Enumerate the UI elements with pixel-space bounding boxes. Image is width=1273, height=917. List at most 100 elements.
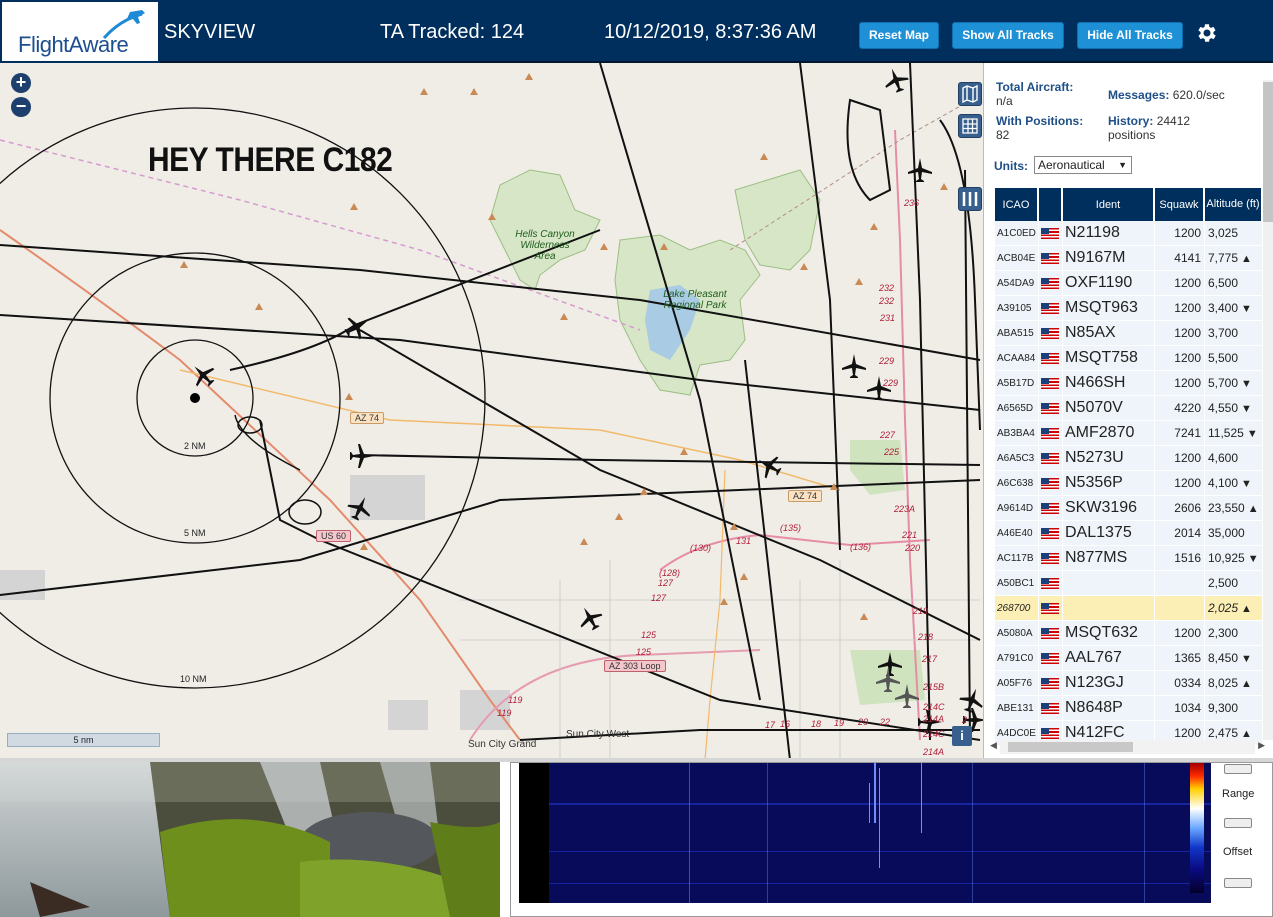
column-header-icao[interactable]: ICAO (995, 188, 1039, 221)
aircraft-ident: AMF2870 (1063, 421, 1155, 446)
aircraft-icao: A6565D (995, 396, 1039, 421)
table-row[interactable]: ABE131 N8648P 1034 9,300 (995, 696, 1263, 721)
altitude-value: 9,300 (1208, 701, 1239, 715)
column-header-squawk[interactable]: Squawk (1155, 188, 1205, 221)
table-row[interactable]: A6565D N5070V 4220 4,550 ▼ (995, 396, 1263, 421)
exit-number: 229 (883, 378, 899, 388)
flightaware-logo[interactable]: FlightAware (0, 0, 160, 63)
spectrum-waterfall[interactable] (519, 763, 1211, 903)
altitude-value: 4,600 (1208, 451, 1239, 465)
table-row[interactable]: A9614D SKW3196 2606 23,550 ▲ (995, 496, 1263, 521)
us-flag-icon (1041, 678, 1059, 690)
exit-number: 220 (905, 543, 921, 553)
altitude-value: 10,925 (1208, 551, 1245, 565)
aircraft-altitude: 10,925 ▼ (1205, 546, 1263, 571)
table-row[interactable]: ACAA84 MSQT758 1200 5,500 (995, 346, 1263, 371)
aircraft-icao: ACAA84 (995, 346, 1039, 371)
scroll-right-icon[interactable]: ▶ (1258, 740, 1265, 751)
aircraft-altitude: 2,500 (1205, 571, 1263, 596)
columns-icon (962, 192, 978, 206)
aircraft-icao: A5080A (995, 621, 1039, 646)
columns-button[interactable] (958, 187, 982, 211)
us-flag-icon (1041, 628, 1059, 640)
column-header-flag[interactable] (1039, 188, 1063, 221)
country-flag (1039, 296, 1063, 321)
top-header: FlightAware SKYVIEW TA Tracked: 124 10/1… (0, 0, 1273, 63)
aircraft-altitude: 3,400 ▼ (1205, 296, 1263, 321)
aircraft-squawk: 2606 (1155, 496, 1205, 521)
aircraft-ident: DAL1375 (1063, 521, 1155, 546)
scrollbar-thumb[interactable] (1263, 82, 1273, 222)
offset-slider-knob[interactable] (1224, 878, 1252, 888)
table-row[interactable]: A46E40 DAL1375 2014 35,000 (995, 521, 1263, 546)
zoom-out-button[interactable]: − (11, 97, 31, 117)
aircraft-sidebar: Total Aircraft: n/a Messages: 620.0/sec … (983, 63, 1273, 758)
column-header-ident[interactable]: Ident (1063, 188, 1155, 221)
aircraft-icao: A46E40 (995, 521, 1039, 546)
overlay-message: HEY THERE C182 (148, 141, 393, 179)
info-button[interactable]: i (952, 726, 972, 746)
us-flag-icon (1041, 553, 1059, 565)
gear-icon[interactable] (1194, 21, 1218, 45)
aircraft-altitude: 9,300 (1205, 696, 1263, 721)
top-slider-knob[interactable] (1224, 764, 1252, 774)
aircraft-icao: A39105 (995, 296, 1039, 321)
units-label: Units: (994, 159, 1028, 173)
aircraft-squawk: 1200 (1155, 296, 1205, 321)
table-row[interactable]: A6C638 N5356P 1200 4,100 ▼ (995, 471, 1263, 496)
tracked-count: TA Tracked: 124 (380, 21, 525, 43)
aircraft-ident: N85AX (1063, 321, 1155, 346)
aircraft-squawk: 1034 (1155, 696, 1205, 721)
country-flag (1039, 596, 1063, 621)
aircraft-squawk: 1200 (1155, 446, 1205, 471)
table-row[interactable]: AB3BA4 AMF2870 7241 11,525 ▼ (995, 421, 1263, 446)
us-flag-icon (1041, 603, 1059, 615)
exit-number: 20 (858, 717, 869, 727)
messages-stat: Messages: 620.0/sec (1108, 88, 1225, 102)
table-row[interactable]: 268700 2,025 ▲ (995, 596, 1263, 621)
vertical-scrollbar[interactable] (1263, 80, 1273, 740)
aircraft-ident: MSQT963 (1063, 296, 1155, 321)
aircraft-icao: AC117B (995, 546, 1039, 571)
map-view[interactable]: + − HEY THERE C182 2 NM 5 NM 10 NM AZ 74… (0, 63, 983, 758)
units-select[interactable]: Aeronautical ▼ (1034, 156, 1132, 174)
show-all-tracks-button[interactable]: Show All Tracks (952, 22, 1064, 49)
table-row[interactable]: A6A5C3 N5273U 1200 4,600 (995, 446, 1263, 471)
table-row[interactable]: A39105 MSQT963 1200 3,400 ▼ (995, 296, 1263, 321)
table-row[interactable]: A50BC1 2,500 (995, 571, 1263, 596)
table-row[interactable]: A54DA9 OXF1190 1200 6,500 (995, 271, 1263, 296)
us-flag-icon (1041, 253, 1059, 265)
scrollbar-thumb[interactable] (1008, 742, 1133, 752)
table-row[interactable]: AC117B N877MS 1516 10,925 ▼ (995, 546, 1263, 571)
table-row[interactable]: A5B17D N466SH 1200 5,700 ▼ (995, 371, 1263, 396)
grid-toggle-button[interactable] (958, 114, 982, 138)
table-row[interactable]: A791C0 AAL767 1365 8,450 ▼ (995, 646, 1263, 671)
aircraft-table: ICAO Ident Squawk Altitude (ft) A1C0ED N2… (995, 188, 1263, 746)
table-row[interactable]: A5080A MSQT632 1200 2,300 (995, 621, 1263, 646)
scroll-left-icon[interactable]: ◀ (990, 740, 997, 751)
exit-number: 218 (918, 632, 934, 642)
altitude-value: 2,475 (1208, 726, 1239, 740)
table-row[interactable]: ACB04E N9167M 4141 7,775 ▲ (995, 246, 1263, 271)
exit-number: 127 (651, 593, 667, 603)
country-flag (1039, 446, 1063, 471)
aircraft-squawk (1155, 571, 1205, 596)
with-positions-label: With Positions: (996, 114, 1084, 128)
map-layers-button[interactable] (958, 82, 982, 106)
table-row[interactable]: A05F76 N123GJ 0334 8,025 ▲ (995, 671, 1263, 696)
altitude-trend-icon: ▼ (1247, 553, 1259, 565)
table-row[interactable]: ABA515 N85AX 1200 3,700 (995, 321, 1263, 346)
range-slider-knob[interactable] (1224, 818, 1252, 828)
zoom-in-button[interactable]: + (11, 73, 31, 93)
exit-number: 119 (497, 708, 512, 718)
aircraft-icao: A5B17D (995, 371, 1039, 396)
exit-number: 227 (880, 430, 896, 440)
hide-all-tracks-button[interactable]: Hide All Tracks (1077, 22, 1183, 49)
table-row[interactable]: A1C0ED N21198 1200 3,025 (995, 221, 1263, 246)
reset-map-button[interactable]: Reset Map (859, 22, 939, 49)
horizontal-scrollbar[interactable]: ◀ ▶ (990, 740, 1265, 754)
column-header-altitude[interactable]: Altitude (ft) (1205, 188, 1263, 221)
park-label-lake-pleasant: Lake Pleasant Regional Park (663, 289, 727, 311)
aircraft-altitude: 5,700 ▼ (1205, 371, 1263, 396)
waterfall-photo (0, 762, 500, 917)
